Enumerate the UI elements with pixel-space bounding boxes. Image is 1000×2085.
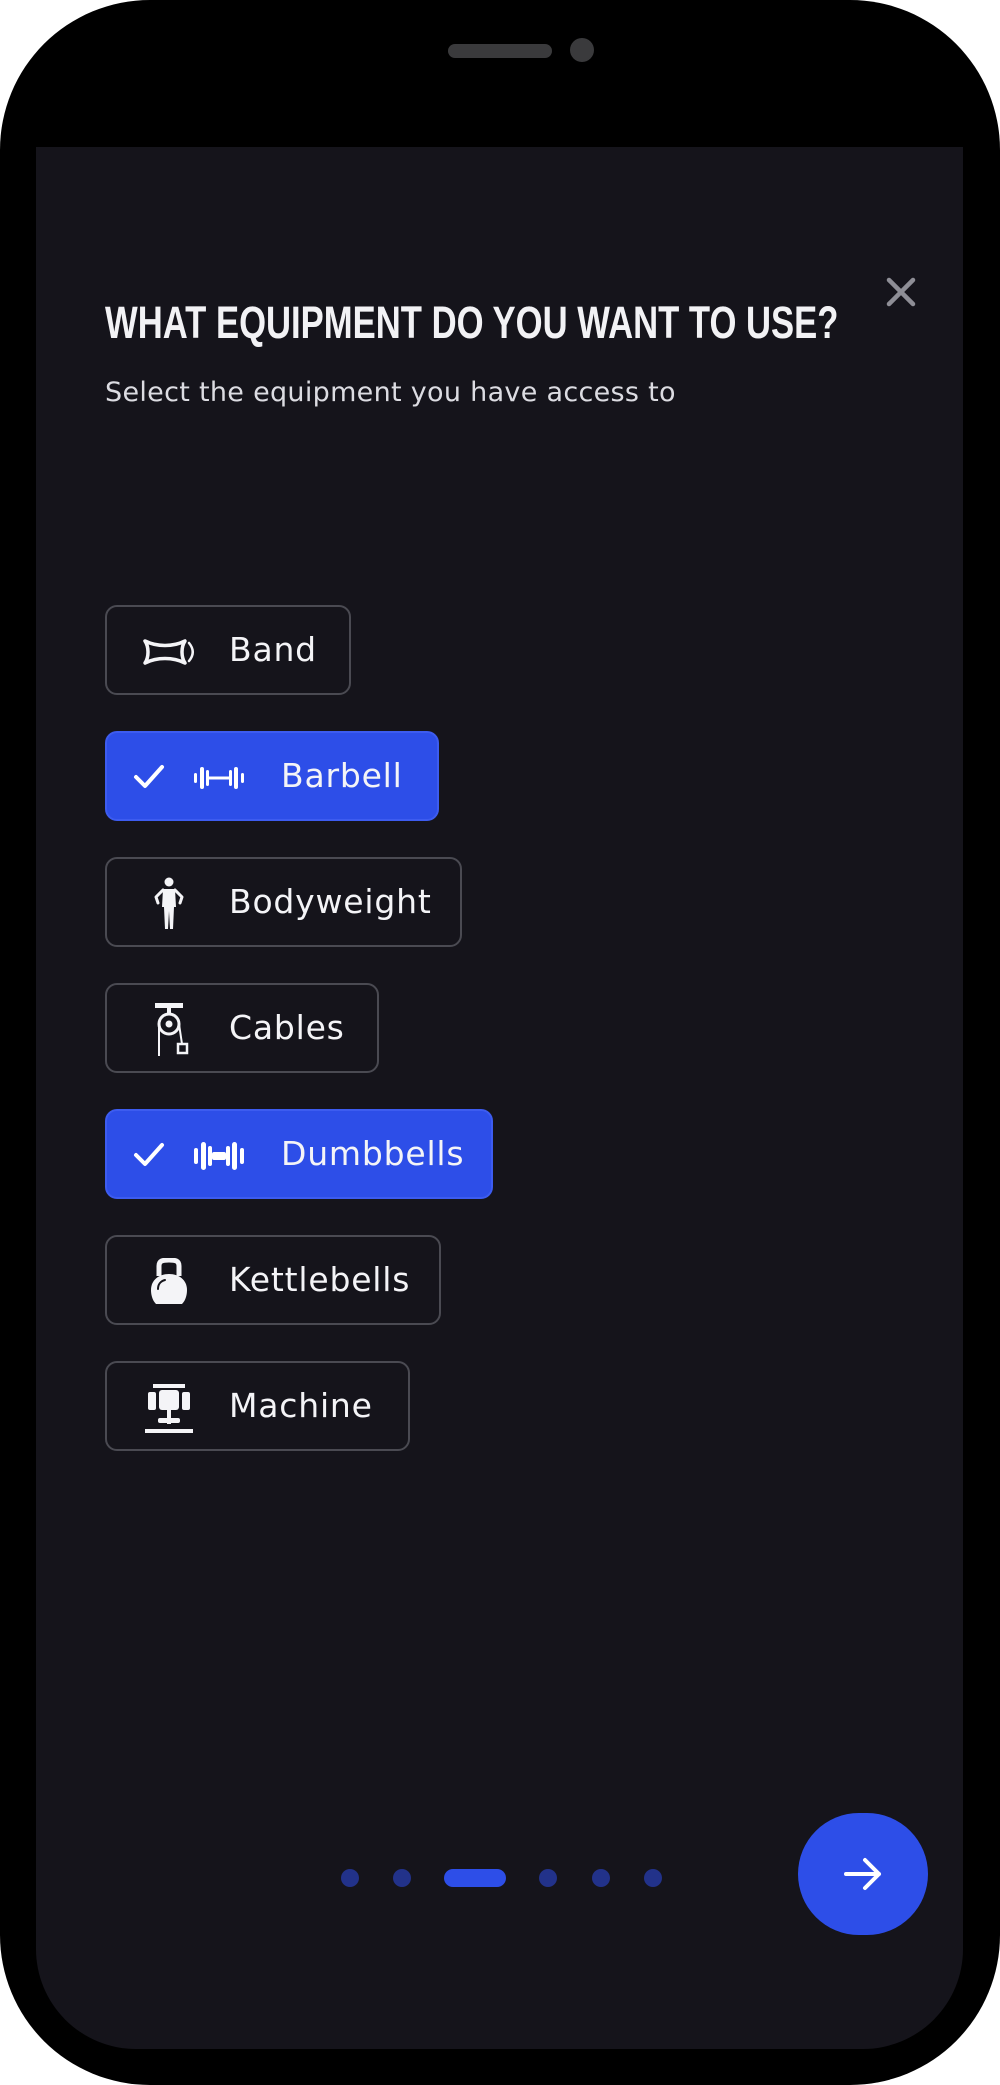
barbell-icon <box>191 753 247 803</box>
bodyweight-icon <box>141 877 197 929</box>
cables-icon <box>141 1003 197 1056</box>
pagination-dot <box>393 1869 411 1887</box>
equipment-option-band[interactable]: Band <box>105 605 351 695</box>
phone-speaker <box>448 44 552 58</box>
band-icon <box>139 627 195 677</box>
close-button[interactable] <box>866 257 936 327</box>
page-title: WHAT EQUIPMENT DO YOU WANT TO USE? <box>105 297 839 348</box>
equipment-option-bodyweight[interactable]: Bodyweight <box>105 857 462 947</box>
equipment-label-bodyweight: Bodyweight <box>229 882 432 921</box>
page-subtitle: Select the equipment you have access to <box>105 377 676 408</box>
equipment-label-kettlebells: Kettlebells <box>229 1260 411 1299</box>
kettlebells-icon <box>141 1257 197 1307</box>
pagination-dot <box>341 1869 359 1887</box>
close-icon <box>886 277 916 307</box>
equipment-option-dumbbells[interactable]: Dumbbells <box>105 1109 493 1199</box>
equipment-option-machine[interactable]: Machine <box>105 1361 410 1451</box>
pagination-dot <box>444 1869 506 1887</box>
pagination-dot <box>592 1869 610 1887</box>
equipment-screen: WHAT EQUIPMENT DO YOU WANT TO USE? Selec… <box>36 147 963 2049</box>
equipment-option-barbell[interactable]: Barbell <box>105 731 439 821</box>
equipment-label-dumbbells: Dumbbells <box>281 1134 465 1173</box>
phone-camera <box>570 38 594 62</box>
checkmark-icon <box>134 1143 164 1166</box>
pagination-dot <box>539 1869 557 1887</box>
checkmark-icon <box>134 765 164 788</box>
equipment-label-barbell: Barbell <box>281 756 403 795</box>
pagination-dot <box>644 1869 662 1887</box>
equipment-label-machine: Machine <box>229 1386 373 1425</box>
equipment-label-band: Band <box>229 630 317 669</box>
machine-icon <box>141 1383 197 1433</box>
equipment-label-cables: Cables <box>229 1008 345 1047</box>
arrow-right-icon <box>844 1858 881 1890</box>
phone-frame: WHAT EQUIPMENT DO YOU WANT TO USE? Selec… <box>0 0 1000 2085</box>
dumbbells-icon <box>191 1131 247 1181</box>
next-button[interactable] <box>798 1813 928 1935</box>
equipment-option-kettlebells[interactable]: Kettlebells <box>105 1235 441 1325</box>
equipment-option-cables[interactable]: Cables <box>105 983 379 1073</box>
